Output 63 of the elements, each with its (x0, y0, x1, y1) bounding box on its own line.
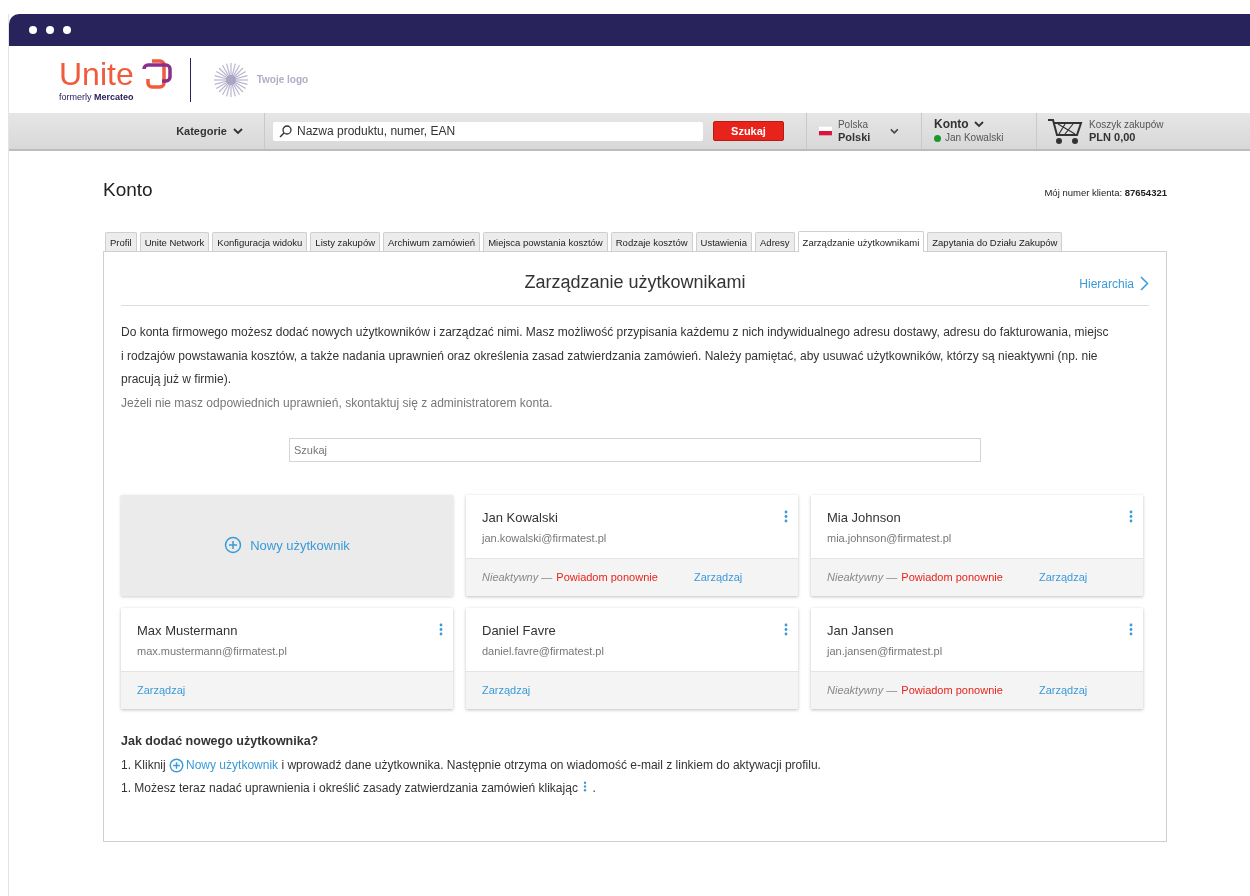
resend-link[interactable]: Powiadom ponownie (901, 684, 1003, 696)
page-title: Konto (103, 179, 153, 201)
tab[interactable]: Archiwum zamówień (383, 232, 481, 251)
user-email: daniel.favre@firmatest.pl (482, 644, 604, 657)
user-name: Mia Johnson (827, 509, 902, 525)
tab[interactable]: Profil (105, 232, 137, 251)
chevron-down-icon (232, 127, 243, 135)
search-button[interactable]: Szukaj (713, 121, 784, 141)
cart-icon (1047, 117, 1083, 145)
user-name: Jan Jansen (827, 622, 895, 638)
tab[interactable]: Adresy (755, 232, 795, 251)
user-email: max.mustermann@firmatest.pl (137, 644, 287, 657)
plus-circle-icon (224, 536, 243, 554)
help-title: Jak dodać nowego użytkownika? (121, 733, 320, 748)
categories-dropdown[interactable]: Kategorie (155, 113, 265, 149)
tab[interactable]: Konfiguracja widoku (212, 232, 308, 251)
product-search-field[interactable]: Nazwa produktu, numer, EAN (273, 121, 703, 141)
kebab-menu-icon (583, 780, 588, 792)
kebab-menu-icon[interactable] (1129, 509, 1133, 523)
chevron-down-icon (973, 120, 984, 128)
permissions-note: Jeżeli nie masz odpowiednich uprawnień, skontaktuj się z administratorem konta. (121, 394, 554, 412)
tab[interactable]: Unite Network (139, 232, 210, 251)
flag-icon (819, 126, 832, 136)
user-name: Daniel Favre (482, 622, 557, 638)
tab[interactable]: Rodzaje kosztów (610, 232, 693, 251)
tab[interactable]: Zarządzanie użytkownikami (797, 231, 925, 252)
user-name: Max Mustermann (137, 622, 239, 638)
help-step: 1. Możesz teraz nadać uprawnienia i określić zasady zatwierdzania zamówień klikając . (121, 776, 1149, 800)
user-email: jan.jansen@firmatest.pl (827, 644, 943, 657)
user-name: Jan Kowalski (482, 509, 559, 525)
kebab-menu-icon[interactable] (784, 509, 788, 523)
plus-circle-icon (169, 757, 185, 773)
search-icon (279, 124, 292, 138)
partner-logo-text: Twoje logo (256, 74, 309, 85)
user-email: mia.johnson@firmatest.pl (827, 531, 952, 544)
brand-tagline: formerly Mercateo (59, 92, 135, 102)
resend-link[interactable]: Powiadom ponownie (901, 571, 1003, 583)
help-step: 1. Kliknij Nowy użytkownik i wprowadź dane użytkownika. Następnie otrzyma on wiadomość e-mail z linkiem do aktywacji profilu. (121, 753, 1149, 777)
tab[interactable]: Zapytania do Działu Zakupów (927, 232, 1063, 251)
chevron-right-icon (1140, 276, 1149, 291)
description-text: Do konta firmowego możesz dodać nowych użytkowników i zarządzać nimi. Masz możliwość przypisania każdemu z nich indywidualnego adresu dostawy, adresu do fakturowania, miejsc i rodzajów powstawania kosztów, a także nadania uprawnień oraz określenia zasad zatwierdzania zamówień. Należy pamiętać, aby usuwać użytkowników, którzy są nieaktywni (np. nie pracują już w firmie). (121, 324, 1110, 388)
inactive-status: Nieaktywny — (482, 571, 553, 583)
inactive-status: Nieaktywny — (827, 571, 898, 583)
section-title: Zarządzanie użytkownikami (524, 272, 746, 293)
online-status-dot (934, 134, 941, 142)
shopping-cart[interactable]: Koszyk zakupów PLN 0,00 (1047, 117, 1164, 145)
tab[interactable]: Listy zakupów (310, 232, 381, 251)
country-language-selector[interactable]: Polska Polski (819, 118, 899, 144)
account-menu[interactable]: Konto Jan Kowalski (912, 117, 1014, 145)
kebab-menu-icon[interactable] (784, 622, 788, 636)
chevron-down-icon (890, 127, 899, 135)
cross-logo-icon (139, 57, 174, 91)
user-search-field[interactable]: Szukaj (289, 437, 981, 462)
inactive-status: Nieaktywny — (827, 684, 898, 696)
tab[interactable]: Miejsca powstania kosztów (483, 232, 608, 251)
tab[interactable]: Ustawienia (695, 232, 752, 251)
user-email: jan.kowalski@firmatest.pl (482, 531, 607, 544)
customer-number: Mój numer klienta: 87654321 (1044, 187, 1167, 198)
starburst-logo-icon (212, 61, 249, 98)
brand-logo-text: Unite (59, 57, 134, 91)
kebab-menu-icon[interactable] (439, 622, 443, 636)
kebab-menu-icon[interactable] (1129, 622, 1133, 636)
resend-link[interactable]: Powiadom ponownie (556, 571, 658, 583)
